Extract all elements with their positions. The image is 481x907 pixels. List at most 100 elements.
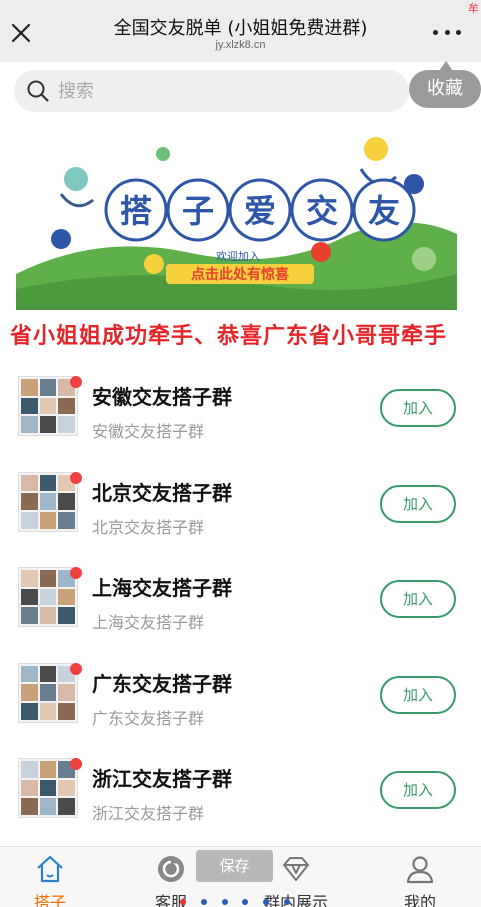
- member-thumbnail: [39, 493, 57, 510]
- group-description: 浙江交友搭子群: [92, 804, 205, 823]
- banner-title-char: 搭: [120, 192, 152, 230]
- corner-mark: 牟: [468, 2, 479, 15]
- join-button[interactable]: 加入: [380, 580, 456, 618]
- favorite-button[interactable]: 收藏: [409, 61, 481, 108]
- search-input[interactable]: [58, 70, 388, 112]
- banner-illustration: 搭 子 爱 交 友 欢迎加入 点击此处有惊喜: [16, 124, 457, 310]
- save-button[interactable]: 保存: [196, 850, 273, 882]
- member-thumbnail: [58, 511, 75, 529]
- member-thumbnail: [21, 665, 38, 683]
- join-button[interactable]: 加入: [380, 484, 456, 523]
- member-thumbnail: [21, 779, 38, 797]
- join-button[interactable]: 加入: [380, 771, 456, 809]
- member-thumbnail: [58, 798, 75, 815]
- search-bar: [14, 70, 409, 112]
- member-thumbnail: [21, 570, 38, 587]
- page-dot: [180, 899, 186, 905]
- member-thumbnail: [39, 684, 57, 701]
- group-list-item[interactable]: 浙江交友搭子群 浙江交友搭子群 加入: [0, 744, 481, 840]
- group-list: 安徽交友搭子群 安徽交友搭子群 加入 北京交友搭子群 北京交友搭子群 加入 上海交友搭子群上…: [0, 362, 481, 840]
- group-avatar: [18, 471, 78, 532]
- member-thumbnail: [39, 397, 57, 415]
- banner-title-char: 子: [182, 192, 214, 230]
- member-thumbnail: [39, 570, 57, 587]
- group-list-item[interactable]: 上海交友搭子群 上海交友搭子群 加入: [0, 553, 481, 649]
- group-list-item[interactable]: 北京交友搭子群 北京交友搭子群 加入: [0, 458, 481, 554]
- member-thumbnail: [21, 493, 38, 510]
- tab-dazi[interactable]: 搭子: [0, 847, 100, 907]
- group-description: 安徽交友搭子群: [92, 422, 205, 441]
- banner-welcome: 欢迎加入: [216, 249, 260, 263]
- group-description: 上海交友搭子群: [92, 613, 205, 632]
- banner-title-char: 友: [368, 192, 400, 230]
- member-thumbnail: [39, 379, 57, 396]
- group-list-item[interactable]: 安徽交友搭子群 安徽交友搭子群 加入: [0, 362, 481, 458]
- member-thumbnail: [21, 588, 38, 606]
- group-name: 广东交友搭子群: [92, 671, 232, 696]
- member-thumbnail: [58, 588, 75, 606]
- group-avatar: [18, 758, 78, 818]
- tab-label: 我的: [403, 893, 436, 907]
- service-icon: [158, 856, 184, 882]
- join-button[interactable]: 加入: [380, 389, 456, 427]
- group-list-item[interactable]: 广东交友搭子群 广东交友搭子群 加入: [0, 649, 481, 745]
- member-thumbnail: [58, 607, 75, 624]
- unread-dot: [70, 758, 82, 770]
- more-menu-button[interactable]: [433, 22, 461, 42]
- marquee-text: 省小姐姐成功牵手、恭喜广东省小哥哥牵手: [10, 324, 448, 349]
- page-dot: [221, 899, 228, 905]
- page-url: jy.xlzk8.cn: [215, 39, 266, 51]
- page-dot: [242, 899, 249, 905]
- member-thumbnail: [39, 588, 57, 606]
- promo-banner[interactable]: 搭 子 爱 交 友 欢迎加入 点击此处有惊喜: [16, 124, 457, 310]
- group-description: 广东交友搭子群: [92, 708, 205, 728]
- diamond-icon: [283, 857, 309, 881]
- group-avatar: [18, 567, 78, 627]
- member-thumbnail: [21, 511, 38, 529]
- page-dot: [263, 899, 270, 905]
- dot-icon: [433, 29, 438, 35]
- home-icon: [37, 855, 63, 883]
- member-thumbnail: [21, 397, 38, 415]
- group-description: 北京交友搭子群: [92, 517, 205, 537]
- member-thumbnail: [21, 379, 38, 396]
- app-page: 全国交友脱单 (小姐姐免费进群) jy.xlzk8.cn 牟 收藏: [0, 0, 481, 907]
- page-dot: [200, 899, 207, 905]
- join-button[interactable]: 加入: [380, 675, 456, 714]
- close-icon[interactable]: [10, 22, 32, 44]
- member-thumbnail: [21, 607, 38, 624]
- group-avatar: [18, 376, 78, 436]
- group-name: 北京交友搭子群: [92, 480, 232, 505]
- title-bar: 全国交友脱单 (小姐姐免费进群) jy.xlzk8.cn 牟: [0, 0, 481, 62]
- unread-dot: [70, 567, 82, 579]
- banner-title: 搭 子 爱 交 友: [104, 178, 416, 242]
- tab-mine[interactable]: 我的: [370, 847, 470, 907]
- user-icon: [406, 856, 434, 884]
- dot-icon: [444, 29, 450, 35]
- member-thumbnail: [58, 702, 75, 720]
- member-thumbnail: [21, 761, 38, 778]
- tab-label: 搭子: [33, 893, 66, 907]
- page-indicator: [180, 899, 290, 907]
- member-thumbnail: [58, 684, 75, 701]
- member-thumbnail: [39, 607, 57, 624]
- member-thumbnail: [39, 761, 57, 778]
- member-thumbnail: [39, 665, 57, 683]
- member-thumbnail: [39, 416, 57, 433]
- member-thumbnail: [21, 684, 38, 701]
- member-thumbnail: [39, 702, 57, 720]
- search-icon: [27, 80, 49, 102]
- member-thumbnail: [58, 493, 75, 510]
- member-thumbnail: [39, 511, 57, 529]
- unread-dot: [70, 662, 82, 675]
- member-thumbnail: [58, 779, 75, 797]
- dot-icon: [456, 29, 461, 35]
- banner-title-char: 爱: [244, 192, 276, 230]
- member-thumbnail: [58, 416, 75, 433]
- group-name: 浙江交友搭子群: [92, 767, 232, 791]
- unread-dot: [70, 376, 82, 388]
- member-thumbnail: [21, 474, 38, 492]
- unread-dot: [70, 471, 82, 484]
- banner-cta: 点击此处有惊喜: [191, 266, 289, 283]
- member-thumbnail: [21, 416, 38, 433]
